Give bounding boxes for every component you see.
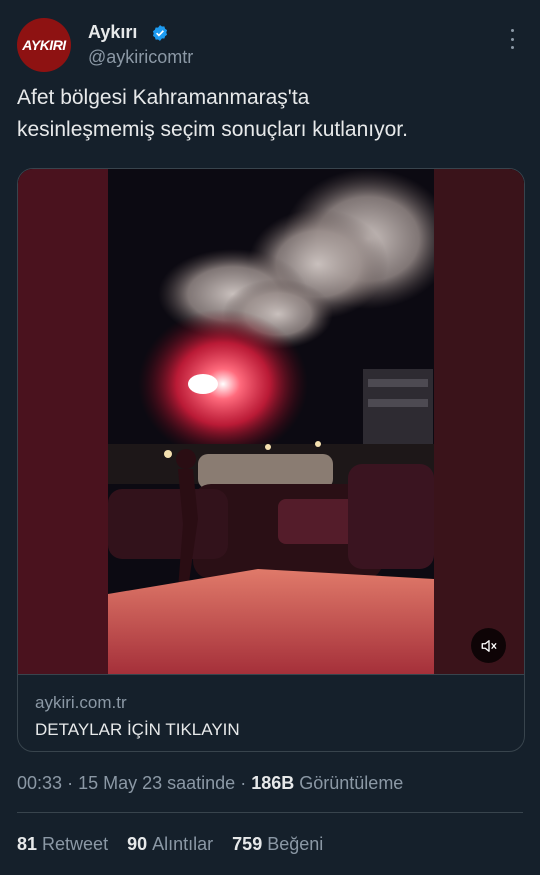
link-card[interactable]: aykiri.com.tr DETAYLAR İÇİN TIKLAYIN	[17, 168, 525, 752]
mute-button[interactable]	[471, 628, 506, 663]
card-domain: aykiri.com.tr	[35, 693, 127, 712]
author-handle[interactable]: @aykiricomtr	[88, 47, 193, 68]
verified-badge-icon	[152, 25, 168, 41]
tweet-text: Afet bölgesi Kahramanmaraş'ta kesinleşme…	[17, 82, 517, 146]
card-info[interactable]: aykiri.com.tr DETAYLAR İÇİN TIKLAYIN	[18, 674, 524, 751]
engagement-stats: 81 Retweet 90 Alıntılar 759 Beğeni	[17, 834, 337, 855]
quotes-stat[interactable]: 90 Alıntılar	[127, 834, 213, 854]
likes-label: Beğeni	[267, 834, 324, 854]
tweet-text-line: kesinleşmemiş seçim sonuçları kutlanıyor…	[17, 118, 408, 141]
more-options-icon[interactable]	[502, 28, 522, 50]
likes-count: 759	[232, 834, 263, 854]
card-title: DETAYLAR İÇİN TIKLAYIN	[35, 720, 240, 739]
mute-icon	[481, 639, 496, 652]
tweet-meta: 00:33 · 15 May 23 saatinde · 186B Görünt…	[17, 773, 403, 794]
views-count: 186B	[251, 773, 295, 793]
retweets-count: 81	[17, 834, 38, 854]
avatar[interactable]: AYKIRI	[17, 18, 71, 72]
tweet-date[interactable]: 15 May 23 saatinde	[78, 773, 235, 793]
views-label: Görüntüleme	[299, 773, 404, 793]
retweets-label: Retweet	[42, 834, 109, 854]
tweet-time[interactable]: 00:33	[17, 773, 62, 793]
quotes-label: Alıntılar	[152, 834, 214, 854]
video-player[interactable]	[18, 169, 524, 674]
tweet-text-line: Afet bölgesi Kahramanmaraş'ta	[17, 86, 310, 109]
likes-stat[interactable]: 759 Beğeni	[232, 834, 323, 854]
retweets-stat[interactable]: 81 Retweet	[17, 834, 108, 854]
meta-separator: ·	[240, 773, 247, 793]
quotes-count: 90	[127, 834, 148, 854]
video-frame	[18, 169, 524, 674]
divider	[17, 812, 523, 813]
author-name[interactable]: Aykırı	[88, 22, 137, 43]
meta-separator: ·	[67, 773, 74, 793]
avatar-logo-text: AYKIRI	[22, 37, 66, 53]
